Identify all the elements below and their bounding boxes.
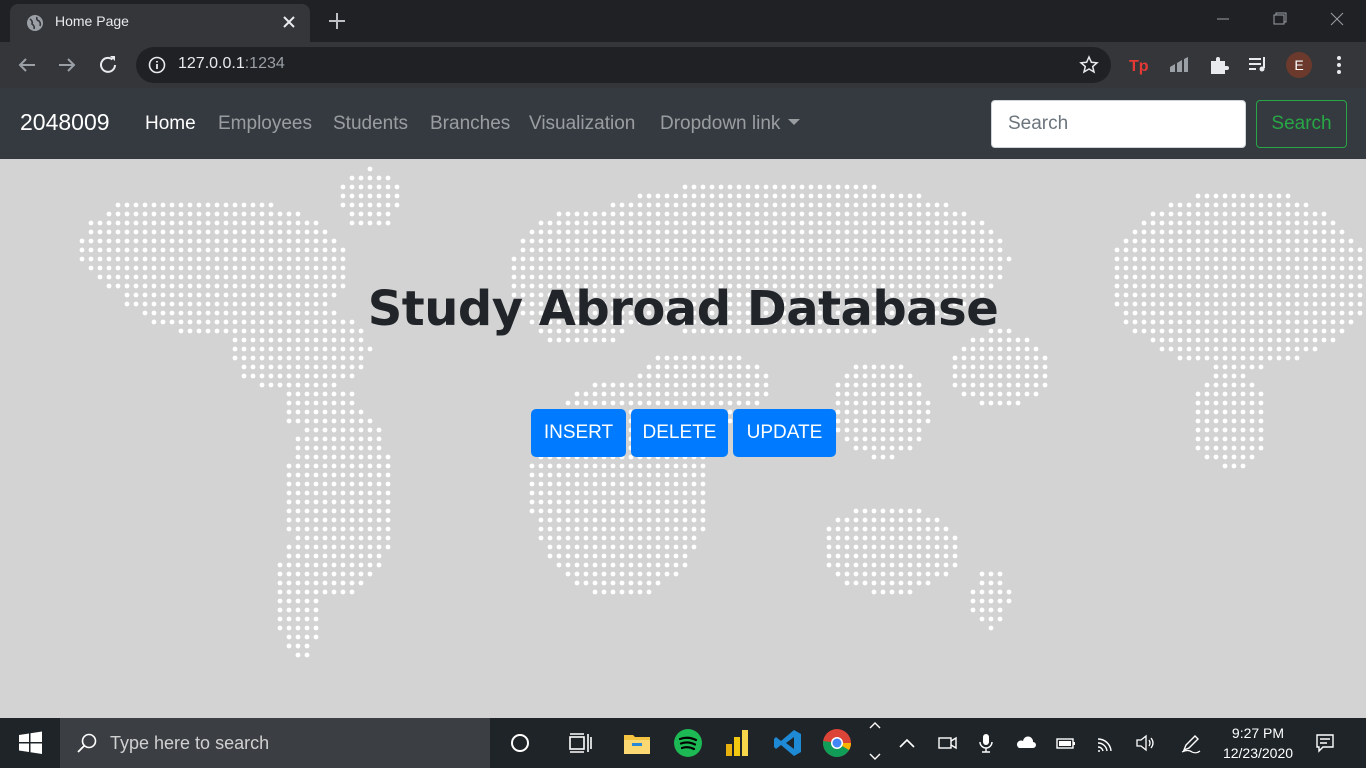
search-icon xyxy=(77,733,97,753)
nav-link-home[interactable]: Home xyxy=(145,113,196,135)
system-clock[interactable]: 9:27 PM 12/23/2020 xyxy=(1212,723,1304,763)
profile-avatar[interactable]: E xyxy=(1286,52,1312,78)
clock-time: 9:27 PM xyxy=(1231,725,1285,741)
browser-tabstrip: Home Page xyxy=(0,0,1366,42)
windows-taskbar: Type here to search 9:27 PM 12/23/2020 xyxy=(0,718,1366,768)
hero-section: Study Abroad Database INSERT DELETE UPDA… xyxy=(0,159,1366,718)
notifications-icon[interactable] xyxy=(1314,732,1336,754)
cortana-icon[interactable] xyxy=(505,728,535,758)
task-view-icon[interactable] xyxy=(565,728,595,758)
new-tab-icon[interactable] xyxy=(326,10,348,32)
pen-workspace-icon[interactable] xyxy=(1180,732,1202,754)
url-text: 127.0.0.1:1234 xyxy=(178,55,285,72)
caret-down-icon xyxy=(788,119,801,125)
navbar-search-input[interactable] xyxy=(991,100,1246,148)
svg-text:Tp: Tp xyxy=(1129,58,1149,75)
vscode-icon[interactable] xyxy=(773,728,803,758)
onedrive-icon[interactable] xyxy=(1015,732,1037,754)
forward-icon[interactable] xyxy=(55,53,79,77)
minimize-icon[interactable] xyxy=(1210,8,1236,30)
browser-toolbar: 127.0.0.1:1234 Tp xyxy=(0,42,1366,88)
back-icon[interactable] xyxy=(15,53,39,77)
microphone-icon[interactable] xyxy=(975,732,997,754)
browser-tab[interactable]: Home Page xyxy=(10,4,310,42)
navbar-brand[interactable]: 2048009 xyxy=(20,109,110,136)
taskbar-search-placeholder: Type here to search xyxy=(110,733,270,753)
meet-now-icon[interactable] xyxy=(936,732,958,754)
clock-date: 12/23/2020 xyxy=(1222,745,1294,761)
site-navbar: 2048009 Home Employees Students Branches… xyxy=(0,88,1366,159)
wifi-icon[interactable] xyxy=(1095,732,1117,754)
reload-icon[interactable] xyxy=(96,53,120,77)
close-window-icon[interactable] xyxy=(1324,8,1350,30)
extension-chart-icon[interactable] xyxy=(1167,53,1191,77)
nav-link-employees[interactable]: Employees xyxy=(218,113,312,135)
nav-link-branches[interactable]: Branches xyxy=(430,113,510,135)
spotify-icon[interactable] xyxy=(673,728,703,758)
windows-start-icon[interactable] xyxy=(0,718,60,768)
insert-button[interactable]: INSERT xyxy=(531,409,626,457)
close-tab-icon[interactable] xyxy=(280,13,298,31)
taskbar-scroll-icon[interactable] xyxy=(864,718,886,768)
restore-icon[interactable] xyxy=(1266,8,1292,30)
globe-icon xyxy=(27,15,43,31)
media-queue-icon[interactable] xyxy=(1246,53,1270,77)
volume-icon[interactable] xyxy=(1134,732,1156,754)
update-button[interactable]: UPDATE xyxy=(733,409,836,457)
dropdown-label: Dropdown link xyxy=(660,113,781,134)
show-hidden-icons-icon[interactable] xyxy=(896,732,918,754)
power-bi-icon[interactable] xyxy=(722,728,752,758)
delete-button[interactable]: DELETE xyxy=(631,409,728,457)
nav-link-visualization[interactable]: Visualization xyxy=(529,113,635,135)
site-info-icon[interactable] xyxy=(148,56,166,74)
tab-title: Home Page xyxy=(55,13,129,29)
page-title: Study Abroad Database xyxy=(367,281,999,337)
extensions-puzzle-icon[interactable] xyxy=(1207,53,1231,77)
nav-link-students[interactable]: Students xyxy=(333,113,408,135)
file-explorer-icon[interactable] xyxy=(622,728,652,758)
taskbar-search[interactable]: Type here to search xyxy=(60,718,490,768)
battery-icon[interactable] xyxy=(1055,732,1077,754)
navbar-search-button[interactable]: Search xyxy=(1256,100,1347,148)
bookmark-star-icon[interactable] xyxy=(1079,55,1099,75)
nav-dropdown-link[interactable]: Dropdown link xyxy=(660,113,801,135)
chrome-icon[interactable] xyxy=(822,728,852,758)
extension-tp-icon[interactable]: Tp xyxy=(1127,53,1151,77)
menu-kebab-icon[interactable] xyxy=(1327,53,1351,77)
address-bar[interactable]: 127.0.0.1:1234 xyxy=(136,47,1111,83)
